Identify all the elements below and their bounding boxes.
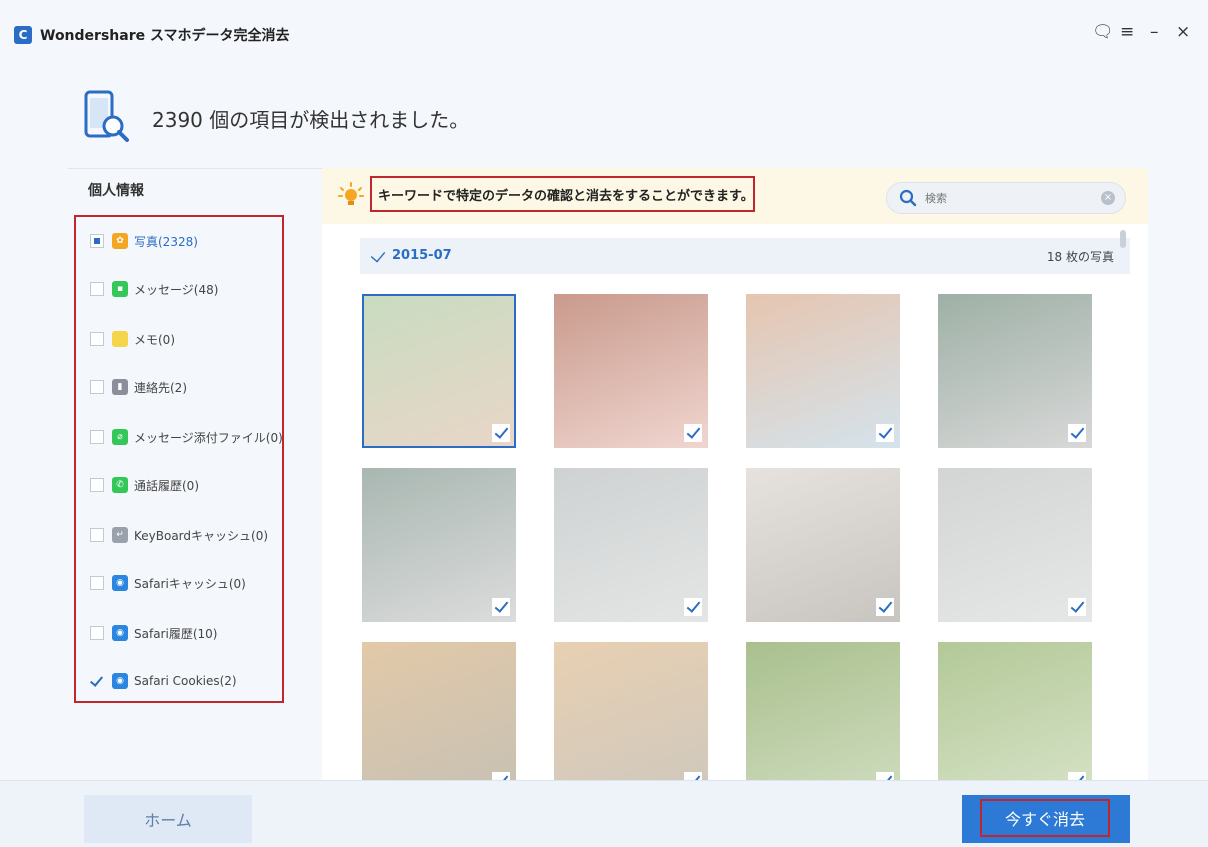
- photo-bottle-1[interactable]: [362, 642, 516, 780]
- photo-checkbox[interactable]: [876, 424, 894, 442]
- safari-icon: ◉: [112, 673, 128, 689]
- attachment-icon: ⌀: [112, 429, 128, 445]
- notes-icon: [112, 331, 128, 347]
- erase-now-label: 今すぐ消去: [980, 799, 1110, 837]
- search-icon: [899, 189, 917, 207]
- menu-icon[interactable]: ≡: [1120, 22, 1134, 42]
- photo-plant-2[interactable]: [938, 642, 1092, 780]
- category-item-attachments[interactable]: ⌀ メッセージ添付ファイル(0): [90, 425, 283, 449]
- category-checkbox[interactable]: [90, 282, 104, 296]
- scrollbar-thumb[interactable]: [1120, 230, 1126, 248]
- home-button[interactable]: ホーム: [84, 795, 252, 843]
- erase-now-button[interactable]: 今すぐ消去: [962, 795, 1130, 843]
- photo-checkbox[interactable]: [684, 424, 702, 442]
- category-item-safari-history[interactable]: ◉ Safari履歴(10): [90, 621, 280, 645]
- category-label: Safari Cookies(2): [134, 674, 237, 688]
- content-panel: キーワードで特定のデータの確認と消去をすることができます。 × 2015-07 …: [322, 168, 1148, 780]
- photo-checkbox[interactable]: [492, 598, 510, 616]
- keyboard-icon: ↵: [112, 527, 128, 543]
- tip-bar: キーワードで特定のデータの確認と消去をすることができます。 ×: [322, 168, 1148, 224]
- category-item-safari-cookies[interactable]: ◉ Safari Cookies(2): [90, 669, 280, 693]
- category-checkbox[interactable]: [90, 478, 104, 492]
- photo-boy-with-cake[interactable]: [362, 294, 516, 448]
- category-item-messages[interactable]: ▪ メッセージ(48): [90, 277, 280, 301]
- category-label: Safari履歴(10): [134, 626, 218, 641]
- date-group-header[interactable]: 2015-07 18 枚の写真: [360, 238, 1130, 274]
- category-label: 写真(2328): [134, 234, 198, 249]
- category-list: ✿ 写真(2328) ▪ メッセージ(48) メモ(0) ▮ 連絡先(2) ⌀ …: [74, 215, 284, 703]
- category-checkbox[interactable]: [90, 380, 104, 394]
- photo-checkbox[interactable]: [684, 772, 702, 780]
- category-label: 通話履歴(0): [134, 478, 199, 493]
- minimize-icon[interactable]: –: [1150, 22, 1159, 42]
- category-item-contacts[interactable]: ▮ 連絡先(2): [90, 375, 280, 399]
- photo-cup-on-desk-2[interactable]: [362, 468, 516, 622]
- photo-checkbox[interactable]: [684, 598, 702, 616]
- category-label: Safariキャッシュ(0): [134, 576, 246, 591]
- category-item-photos[interactable]: ✿ 写真(2328): [90, 229, 280, 253]
- app-logo-icon: C: [14, 26, 32, 44]
- tip-text: キーワードで特定のデータの確認と消去をすることができます。: [378, 188, 754, 204]
- photo-count: 18 枚の写真: [1046, 250, 1114, 264]
- app-title: Wondershare スマホデータ完全消去: [40, 28, 290, 44]
- date-group-checkbox[interactable]: [370, 247, 386, 263]
- scan-result-title: 2390 個の項目が検出されました。: [152, 108, 470, 132]
- tip-highlight: キーワードで特定のデータの確認と消去をすることができます。: [370, 176, 755, 212]
- clear-search-icon[interactable]: ×: [1101, 191, 1115, 205]
- category-checkbox[interactable]: [90, 528, 104, 542]
- photos-icon: ✿: [112, 233, 128, 249]
- contacts-icon: ▮: [112, 379, 128, 395]
- category-checkbox[interactable]: [90, 234, 104, 248]
- category-item-call-history[interactable]: ✆ 通話履歴(0): [90, 473, 280, 497]
- photo-kids-party-hats[interactable]: [746, 294, 900, 448]
- photo-checkbox[interactable]: [876, 772, 894, 780]
- category-checkbox[interactable]: [90, 626, 104, 640]
- lightbulb-icon: [338, 182, 364, 205]
- category-item-notes[interactable]: メモ(0): [90, 327, 280, 351]
- category-item-safari-cache[interactable]: ◉ Safariキャッシュ(0): [90, 571, 280, 595]
- photo-disc-closeup-2[interactable]: [938, 468, 1092, 622]
- category-item-keyboard-cache[interactable]: ↵ KeyBoardキャッシュ(0): [90, 523, 280, 547]
- scan-header: 2390 個の項目が検出されました。: [80, 86, 1140, 156]
- gallery-scrollbar[interactable]: [1120, 228, 1128, 780]
- photo-bottle-2[interactable]: [554, 642, 708, 780]
- phone-scan-icon: [84, 90, 129, 142]
- category-label: 連絡先(2): [134, 380, 187, 395]
- photo-checkbox[interactable]: [876, 598, 894, 616]
- date-group-label: 2015-07: [392, 248, 452, 263]
- title-bar: C Wondershare スマホデータ完全消去 🗨 ≡ – ×: [0, 0, 1208, 70]
- safari-icon: ◉: [112, 575, 128, 591]
- photo-checkbox[interactable]: [492, 424, 510, 442]
- photo-checkbox[interactable]: [492, 772, 510, 780]
- close-icon[interactable]: ×: [1176, 22, 1190, 42]
- search-input[interactable]: [925, 188, 1085, 208]
- footer-bar: ホーム 今すぐ消去: [0, 780, 1208, 847]
- photo-grid: [362, 294, 1122, 780]
- sidebar-heading: 個人情報: [88, 183, 144, 199]
- photo-checkbox[interactable]: [1068, 772, 1086, 780]
- photo-checkbox[interactable]: [1068, 424, 1086, 442]
- category-checkbox[interactable]: [90, 430, 104, 444]
- category-label: メッセージ(48): [134, 282, 219, 297]
- photo-white-fabric[interactable]: [746, 468, 900, 622]
- category-label: メモ(0): [134, 332, 175, 347]
- category-checkbox[interactable]: [90, 332, 104, 346]
- photo-disc-closeup-1[interactable]: [554, 468, 708, 622]
- photo-cup-on-desk-1[interactable]: [938, 294, 1092, 448]
- photo-checkbox[interactable]: [1068, 598, 1086, 616]
- category-label: KeyBoardキャッシュ(0): [134, 528, 269, 543]
- call-icon: ✆: [112, 477, 128, 493]
- category-checkbox[interactable]: [90, 576, 104, 590]
- search-box[interactable]: ×: [886, 182, 1126, 214]
- safari-icon: ◉: [112, 625, 128, 641]
- message-icon: ▪: [112, 281, 128, 297]
- category-checkbox[interactable]: [90, 674, 104, 688]
- category-label: メッセージ添付ファイル(0): [134, 430, 283, 445]
- feedback-icon[interactable]: 🗨: [1092, 22, 1114, 42]
- photo-plant-1[interactable]: [746, 642, 900, 780]
- photo-women-party[interactable]: [554, 294, 708, 448]
